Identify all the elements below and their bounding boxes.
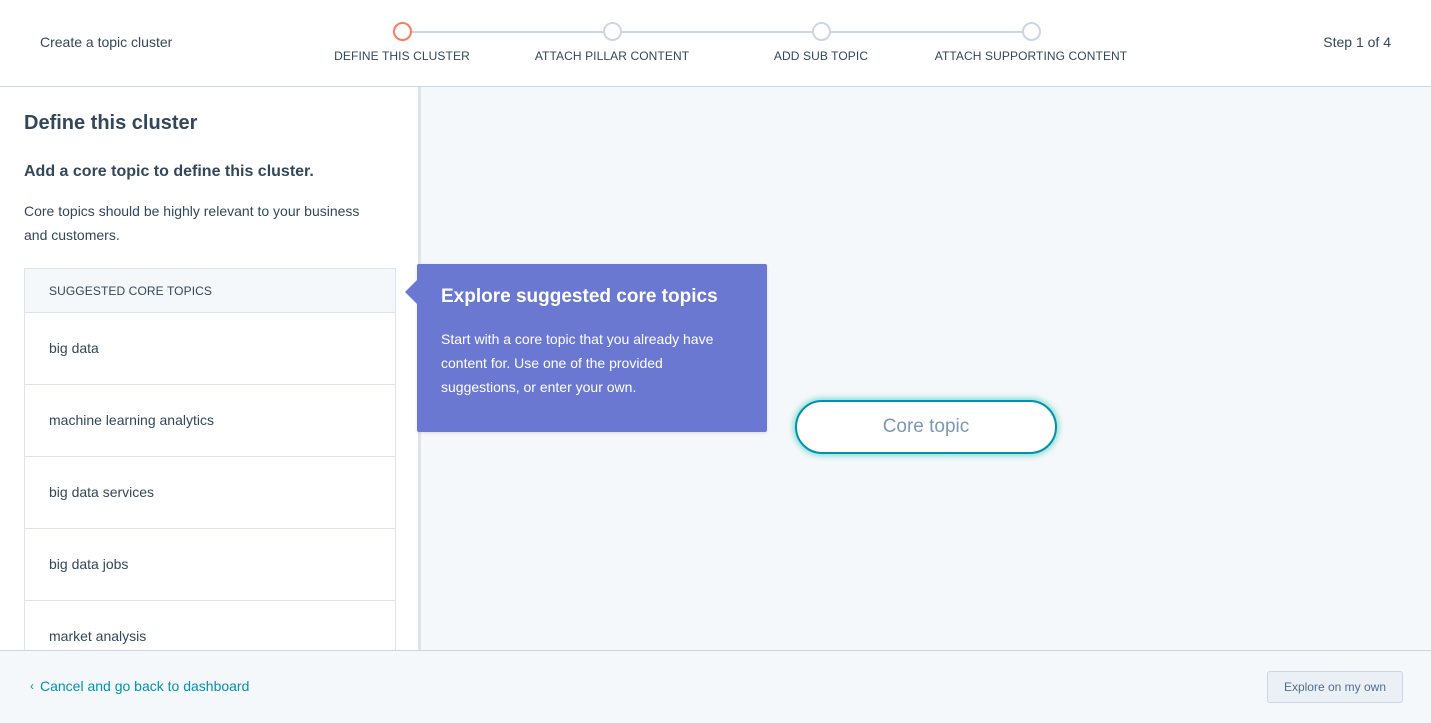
topic-item-machine-learning-analytics[interactable]: machine learning analytics [25,385,395,457]
step-label: DEFINE THIS CLUSTER [292,49,512,63]
onboarding-tooltip: Explore suggested core topics Start with… [417,264,767,432]
suggested-topics-list: SUGGESTED CORE TOPICS big data machine l… [24,268,396,651]
sidebar-subtitle: Add a core topic to define this cluster. [24,163,314,181]
sidebar: Define this cluster Add a core topic to … [0,87,421,651]
chevron-left-icon: ‹ [30,679,34,693]
explore-on-my-own-button[interactable]: Explore on my own [1267,671,1403,703]
step-add-sub-topic: ADD SUB TOPIC [711,22,931,63]
step-define-this-cluster: DEFINE THIS CLUSTER [292,22,512,63]
step-label: ADD SUB TOPIC [711,49,931,63]
step-attach-supporting-content: ATTACH SUPPORTING CONTENT [921,22,1141,63]
header: Create a topic cluster DEFINE THIS CLUST… [0,0,1431,87]
sidebar-title: Define this cluster [24,112,197,135]
tooltip-title: Explore suggested core topics [441,284,743,310]
topic-item-big-data-jobs[interactable]: big data jobs [25,529,395,601]
sidebar-description: Core topics should be highly relevant to… [24,199,384,247]
footer: ‹ Cancel and go back to dashboard Explor… [0,650,1431,723]
topic-item-big-data-services[interactable]: big data services [25,457,395,529]
cancel-label: Cancel and go back to dashboard [40,678,249,694]
step-attach-pillar-content: ATTACH PILLAR CONTENT [502,22,722,63]
core-topic-node[interactable]: Core topic [795,400,1057,454]
progress-stepper: DEFINE THIS CLUSTER ATTACH PILLAR CONTEN… [0,0,1431,87]
step-circle-icon [393,22,412,41]
step-label: ATTACH PILLAR CONTENT [502,49,722,63]
step-count: Step 1 of 4 [1323,34,1391,50]
step-label: ATTACH SUPPORTING CONTENT [921,49,1141,63]
step-circle-icon [1022,22,1041,41]
step-circle-icon [603,22,622,41]
tooltip-body: Start with a core topic that you already… [441,327,743,399]
cancel-link[interactable]: ‹ Cancel and go back to dashboard [30,678,249,694]
topic-item-big-data[interactable]: big data [25,313,395,385]
topic-item-market-analysis[interactable]: market analysis [25,601,395,651]
step-circle-icon [812,22,831,41]
suggested-topics-header: SUGGESTED CORE TOPICS [25,269,395,313]
